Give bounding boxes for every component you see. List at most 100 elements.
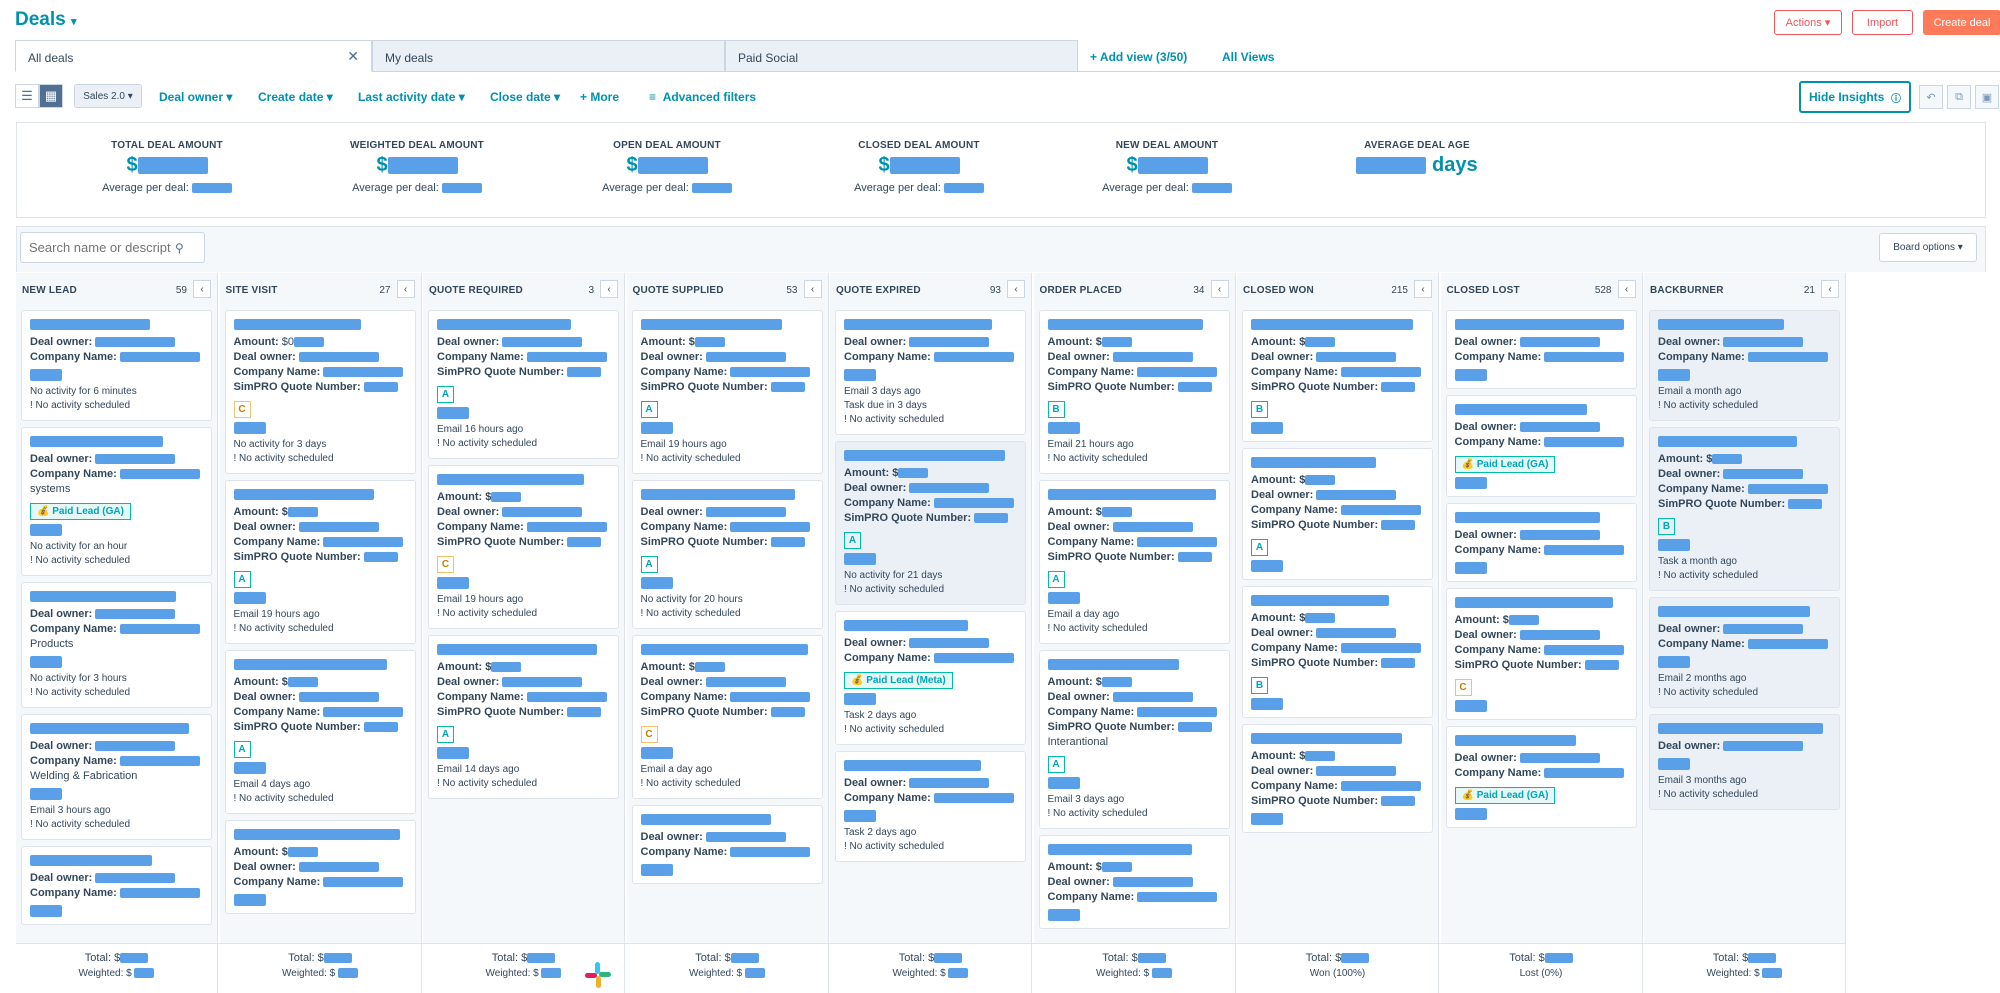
deal-name[interactable] — [1454, 511, 1628, 523]
deal-card[interactable]: Amount: $ Deal owner: Company Name: SimPR… — [1242, 586, 1433, 719]
deal-name[interactable] — [30, 435, 203, 447]
list-view-icon[interactable]: ☰ — [15, 84, 39, 108]
chevron-left-icon[interactable]: ‹ — [1210, 280, 1229, 298]
deal-name[interactable] — [1658, 605, 1831, 617]
more-filters-button[interactable]: + More — [580, 90, 619, 104]
import-button[interactable]: Import — [1852, 10, 1913, 35]
deal-name[interactable] — [1251, 732, 1424, 744]
deal-name[interactable] — [233, 488, 407, 500]
board-options-button[interactable]: Board options ▾ — [1879, 233, 1977, 262]
deal-name[interactable] — [1251, 456, 1424, 468]
chevron-left-icon[interactable]: ‹ — [1821, 280, 1839, 298]
chevron-left-icon[interactable]: ‹ — [1617, 280, 1636, 298]
deal-name[interactable] — [640, 488, 814, 500]
deal-name[interactable] — [1658, 435, 1831, 447]
deal-name[interactable] — [640, 643, 814, 655]
create-date-filter[interactable]: Create date ▾ — [258, 90, 333, 104]
copy-icon[interactable]: ⧉ — [1947, 85, 1971, 109]
object-title-dropdown[interactable]: Deals ▾ — [15, 9, 77, 31]
deal-name[interactable] — [30, 318, 203, 330]
deal-name[interactable] — [1047, 318, 1221, 330]
deal-card[interactable]: Amount: $ Deal owner: Company Name: SimPR… — [835, 441, 1026, 606]
tab-all-deals[interactable]: All deals ✕ — [15, 40, 372, 72]
save-icon[interactable]: ▣ — [1975, 85, 1999, 109]
deal-name[interactable] — [640, 318, 814, 330]
deal-card[interactable]: Deal owner: Company Name: SimPRO Quote N… — [631, 480, 823, 630]
deal-card[interactable]: Amount: $ Deal owner: Company Name: — [224, 820, 416, 915]
pipeline-select[interactable]: Sales 2.0 ▾ — [74, 84, 142, 108]
deal-card[interactable]: Amount: $ Deal owner: Company Name: SimPR… — [428, 465, 619, 630]
deal-name[interactable] — [30, 590, 203, 602]
deal-card[interactable]: Deal owner: Email 3 months ago ! No activ… — [1649, 714, 1840, 811]
deal-card[interactable]: Amount: $ Deal owner: Company Name: SimPR… — [631, 310, 823, 475]
deal-card[interactable]: Deal owner: Company Name: — [21, 846, 212, 926]
board-view-icon[interactable]: ▦ — [39, 84, 63, 108]
deal-card[interactable]: Amount: $ Deal owner: Company Name: SimPR… — [1242, 448, 1433, 581]
all-views-link[interactable]: All Views — [1222, 50, 1274, 64]
deal-name[interactable] — [1658, 318, 1831, 330]
deal-name[interactable] — [1047, 843, 1221, 855]
deal-card[interactable]: Amount: $ Deal owner: Company Name: SimPR… — [1038, 650, 1230, 830]
deal-card[interactable]: Deal owner: Company Name: 💰 Paid Lead (G… — [1445, 726, 1637, 829]
deal-card[interactable]: Amount: $ Deal owner: Company Name: SimPR… — [1242, 724, 1433, 834]
deal-name[interactable] — [437, 643, 610, 655]
deal-name[interactable] — [1454, 734, 1628, 746]
deal-card[interactable]: Deal owner: Company Name: — [1445, 310, 1637, 390]
chevron-left-icon[interactable]: ‹ — [803, 280, 822, 298]
deal-card[interactable]: Amount: $ Deal owner: Company Name: SimPR… — [1242, 310, 1433, 443]
deal-name[interactable] — [30, 722, 203, 734]
tab-my-deals[interactable]: My deals — [372, 40, 725, 72]
deal-name[interactable] — [1251, 318, 1424, 330]
deal-card[interactable]: Deal owner: Company Name: No activity fo… — [21, 310, 212, 422]
advanced-filters-button[interactable]: ≡ Advanced filters — [649, 90, 756, 104]
create-deal-button[interactable]: Create deal — [1923, 10, 2000, 35]
tab-paid-social[interactable]: Paid Social — [725, 40, 1078, 72]
deal-name[interactable] — [1454, 596, 1628, 608]
deal-card[interactable]: Deal owner: Company Name: 💰 Paid Lead (G… — [1445, 395, 1637, 498]
deal-card[interactable]: Deal owner: Company Name: Email a month … — [1649, 310, 1840, 422]
deal-card[interactable]: Amount: $ Deal owner: Company Name: SimPR… — [1038, 310, 1230, 475]
close-icon[interactable]: ✕ — [347, 48, 359, 65]
chevron-left-icon[interactable]: ‹ — [1414, 280, 1432, 298]
deal-name[interactable] — [844, 759, 1017, 771]
deal-card[interactable]: Amount: $ Deal owner: Company Name: SimPR… — [224, 480, 416, 645]
deal-name[interactable] — [1047, 488, 1221, 500]
deal-name[interactable] — [233, 658, 407, 670]
deal-name[interactable] — [233, 828, 407, 840]
deal-card[interactable]: Amount: $ Deal owner: Company Name: SimPR… — [1649, 427, 1840, 592]
deal-card[interactable]: Deal owner: Company Name: Email 2 months… — [1649, 597, 1840, 709]
last-activity-filter[interactable]: Last activity date ▾ — [358, 90, 465, 104]
deal-name[interactable] — [1251, 594, 1424, 606]
undo-icon[interactable]: ↶ — [1919, 85, 1943, 109]
deal-card[interactable]: Deal owner: Company Name: 💰 Paid Lead (M… — [835, 611, 1026, 746]
deal-name[interactable] — [1454, 318, 1628, 330]
chevron-left-icon[interactable]: ‹ — [1007, 280, 1025, 298]
hide-insights-button[interactable]: Hide Insights ⓘ — [1799, 81, 1911, 113]
deal-name[interactable] — [844, 318, 1017, 330]
deal-card[interactable]: Amount: $ Deal owner: Company Name: SimPR… — [631, 635, 823, 800]
deal-card[interactable]: Deal owner: Company Name: — [1445, 503, 1637, 583]
deal-card[interactable]: Amount: $ Deal owner: Company Name: SimPR… — [1445, 588, 1637, 721]
deal-card[interactable]: Amount: $ Deal owner: Company Name: — [1038, 835, 1230, 930]
deal-card[interactable]: Deal owner: Company Name: systems 💰 Paid … — [21, 427, 212, 577]
deal-card[interactable]: Deal owner: Company Name: Welding & Fabr… — [21, 714, 212, 841]
deal-card[interactable]: Amount: $ Deal owner: Company Name: SimPR… — [1038, 480, 1230, 645]
deal-name[interactable] — [1454, 403, 1628, 415]
deal-name[interactable] — [844, 449, 1017, 461]
close-date-filter[interactable]: Close date ▾ — [490, 90, 560, 104]
deal-name[interactable] — [437, 318, 610, 330]
deal-name[interactable] — [1047, 658, 1221, 670]
deal-card[interactable]: Deal owner: Company Name: Products No act… — [21, 582, 212, 709]
deal-name[interactable] — [437, 473, 610, 485]
deal-card[interactable]: Amount: $ Deal owner: Company Name: SimPR… — [224, 650, 416, 815]
deal-card[interactable]: Deal owner: Company Name: Email 3 days a… — [835, 310, 1026, 436]
deal-card[interactable]: Deal owner: Company Name: Task 2 days ag… — [835, 751, 1026, 863]
deal-name[interactable] — [233, 318, 407, 330]
deal-card[interactable]: Deal owner: Company Name: — [631, 805, 823, 885]
deal-name[interactable] — [844, 619, 1017, 631]
chevron-left-icon[interactable]: ‹ — [193, 280, 211, 298]
deal-name[interactable] — [30, 854, 203, 866]
add-view-button[interactable]: + Add view (3/50) — [1090, 50, 1187, 64]
actions-button[interactable]: Actions ▾ — [1774, 10, 1842, 35]
deal-card[interactable]: Amount: $ Deal owner: Company Name: SimPR… — [428, 635, 619, 800]
